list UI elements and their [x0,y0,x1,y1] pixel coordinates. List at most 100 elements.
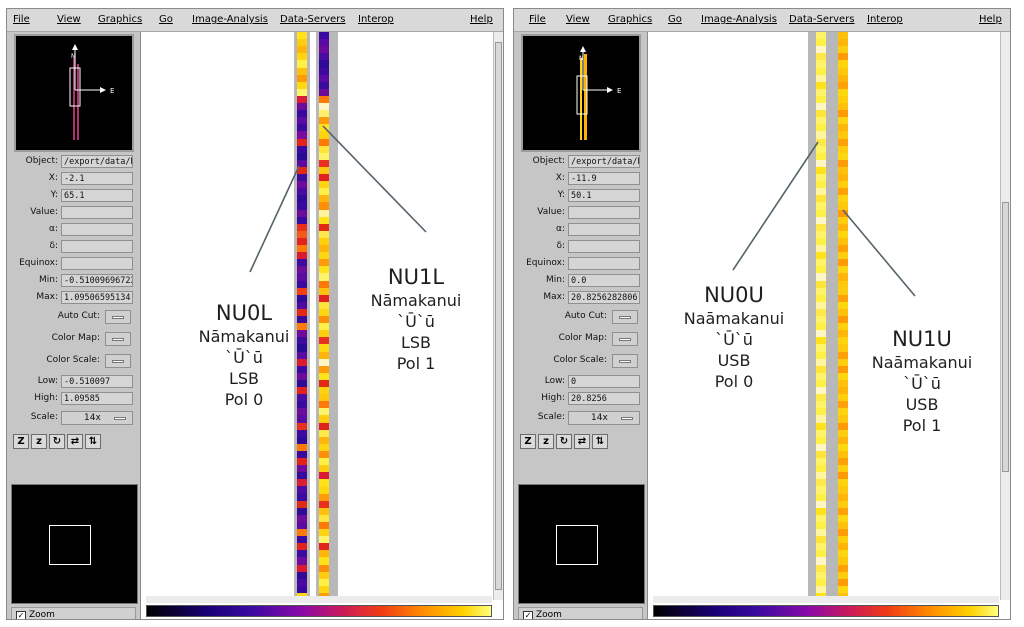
info-panel: N E Object:/export/data/NU0U.fits X:-11.… [514,32,648,619]
panner[interactable]: N E [14,34,134,152]
annotation-nu0u: NU0U Naāmakanui `Ū`ū USB Pol 0 [669,282,799,392]
min-label: Min: [38,275,58,285]
object-field[interactable]: /export/data/NU0L.fits [61,155,133,168]
max-field[interactable]: 1.09506595134 [61,291,133,304]
auto-cut-menu[interactable] [612,310,638,324]
alpha-field[interactable] [568,223,640,236]
annotation-line: `Ū`ū [715,330,753,349]
annotation-nu0l: NU0L Nāmakanui `Ū`ū LSB Pol 0 [184,300,304,410]
annotation-title: NU0U [704,283,764,307]
object-field[interactable]: /export/data/NU0U.fits [568,155,640,168]
menu-view[interactable]: View [566,9,590,31]
annotation-line: Naāmakanui [683,309,785,328]
scale-menu[interactable]: 14x [568,411,640,425]
menu-go[interactable]: Go [159,9,173,31]
x-field[interactable]: -2.1 [61,172,133,185]
colorbar [146,605,492,617]
annotation-line: `Ū`ū [225,348,263,367]
annotation-line: Pol 1 [396,354,436,373]
colorbar [653,605,999,617]
equinox-field[interactable] [568,257,640,270]
east-arrowhead-icon [100,87,106,93]
y-field[interactable]: 50.1 [568,189,640,202]
scrollbar-thumb[interactable] [1002,202,1009,472]
menu-help[interactable]: Help [979,9,1002,31]
zoom-out-button[interactable]: z [538,434,554,449]
vertical-scrollbar[interactable] [493,32,503,600]
x-label: X: [555,173,565,183]
value-field[interactable] [568,206,640,219]
low-field[interactable]: -0.510097 [61,375,133,388]
menu-file[interactable]: File [529,9,546,31]
zoom-in-button[interactable]: Z [520,434,536,449]
magnifier-box [49,525,91,565]
flip-x-icon[interactable]: ⇄ [574,434,590,449]
vertical-scrollbar[interactable] [1000,32,1010,600]
annotation-line: Nāmakanui [370,291,462,310]
color-scale-menu[interactable] [612,354,638,368]
max-field[interactable]: 20.8256282806 [568,291,640,304]
panner-strip [77,64,79,140]
menu-image-analysis[interactable]: Image-Analysis [192,9,268,31]
zoom-out-button[interactable]: z [31,434,47,449]
flip-y-icon[interactable]: ⇅ [592,434,608,449]
y-label: Y: [50,190,58,200]
horizontal-scrollbar[interactable] [653,596,999,603]
menu-image-analysis[interactable]: Image-Analysis [701,9,777,31]
high-field[interactable]: 20.8256 [568,392,640,405]
flip-y-icon[interactable]: ⇅ [85,434,101,449]
color-map-menu[interactable] [612,332,638,346]
rotate-icon[interactable]: ↻ [556,434,572,449]
y-label: Y: [557,190,565,200]
y-field[interactable]: 65.1 [61,189,133,202]
annotation-line: Nāmakanui [198,327,290,346]
value-field[interactable] [61,206,133,219]
min-field[interactable]: 0.0 [568,274,640,287]
flip-x-icon[interactable]: ⇄ [67,434,83,449]
menu-help[interactable]: Help [470,9,493,31]
value-label: Value: [30,207,58,217]
panner[interactable]: N E [521,34,641,152]
magnifier [518,484,645,604]
min-field[interactable]: -0.51009696722 [61,274,133,287]
zoom-in-button[interactable]: Z [13,434,29,449]
delta-label: δ: [49,241,58,251]
color-scale-menu[interactable] [105,354,131,368]
zoom-checkbox-row[interactable]: ✓ Zoom [11,607,136,619]
rotate-icon[interactable]: ↻ [49,434,65,449]
low-field[interactable]: 0 [568,375,640,388]
east-arrowhead-icon [607,87,613,93]
menu-data-servers[interactable]: Data-Servers [789,9,855,31]
zoom-checkbox[interactable]: ✓ [523,611,533,619]
menu-graphics[interactable]: Graphics [608,9,652,31]
menu-interop[interactable]: Interop [867,9,903,31]
menu-view[interactable]: View [57,9,81,31]
zoom-checkbox[interactable]: ✓ [16,611,26,619]
horizontal-scrollbar[interactable] [146,596,492,603]
delta-field[interactable] [568,240,640,253]
color-map-menu[interactable] [105,332,131,346]
auto-cut-menu[interactable] [105,310,131,324]
image-display[interactable]: NU0L Nāmakanui `Ū`ū LSB Pol 0 NU1L Nāmak… [146,32,492,600]
auto-cut-label: Auto Cut: [564,311,607,321]
menu-file[interactable]: File [13,9,30,31]
color-map-label: Color Map: [51,333,100,343]
alpha-field[interactable] [61,223,133,236]
annotation-line: LSB [400,333,432,352]
menu-graphics[interactable]: Graphics [98,9,142,31]
menu-data-servers[interactable]: Data-Servers [280,9,346,31]
scale-menu[interactable]: 14x [61,411,133,425]
high-field[interactable]: 1.09585 [61,392,133,405]
max-label: Max: [36,292,58,302]
equinox-field[interactable] [61,257,133,270]
menu-go[interactable]: Go [668,9,682,31]
menu-interop[interactable]: Interop [358,9,394,31]
zoom-checkbox-row[interactable]: ✓ Zoom [518,607,643,619]
delta-field[interactable] [61,240,133,253]
x-field[interactable]: -11.9 [568,172,640,185]
image-display[interactable]: NU0U Naāmakanui `Ū`ū USB Pol 0 NU1U Naām… [653,32,999,600]
scrollbar-thumb[interactable] [495,42,502,590]
annotation-line: Pol 0 [224,390,264,409]
panner-graphic: N E [576,46,621,140]
menu-bar: File View Graphics Go Image-Analysis Dat… [7,9,503,32]
